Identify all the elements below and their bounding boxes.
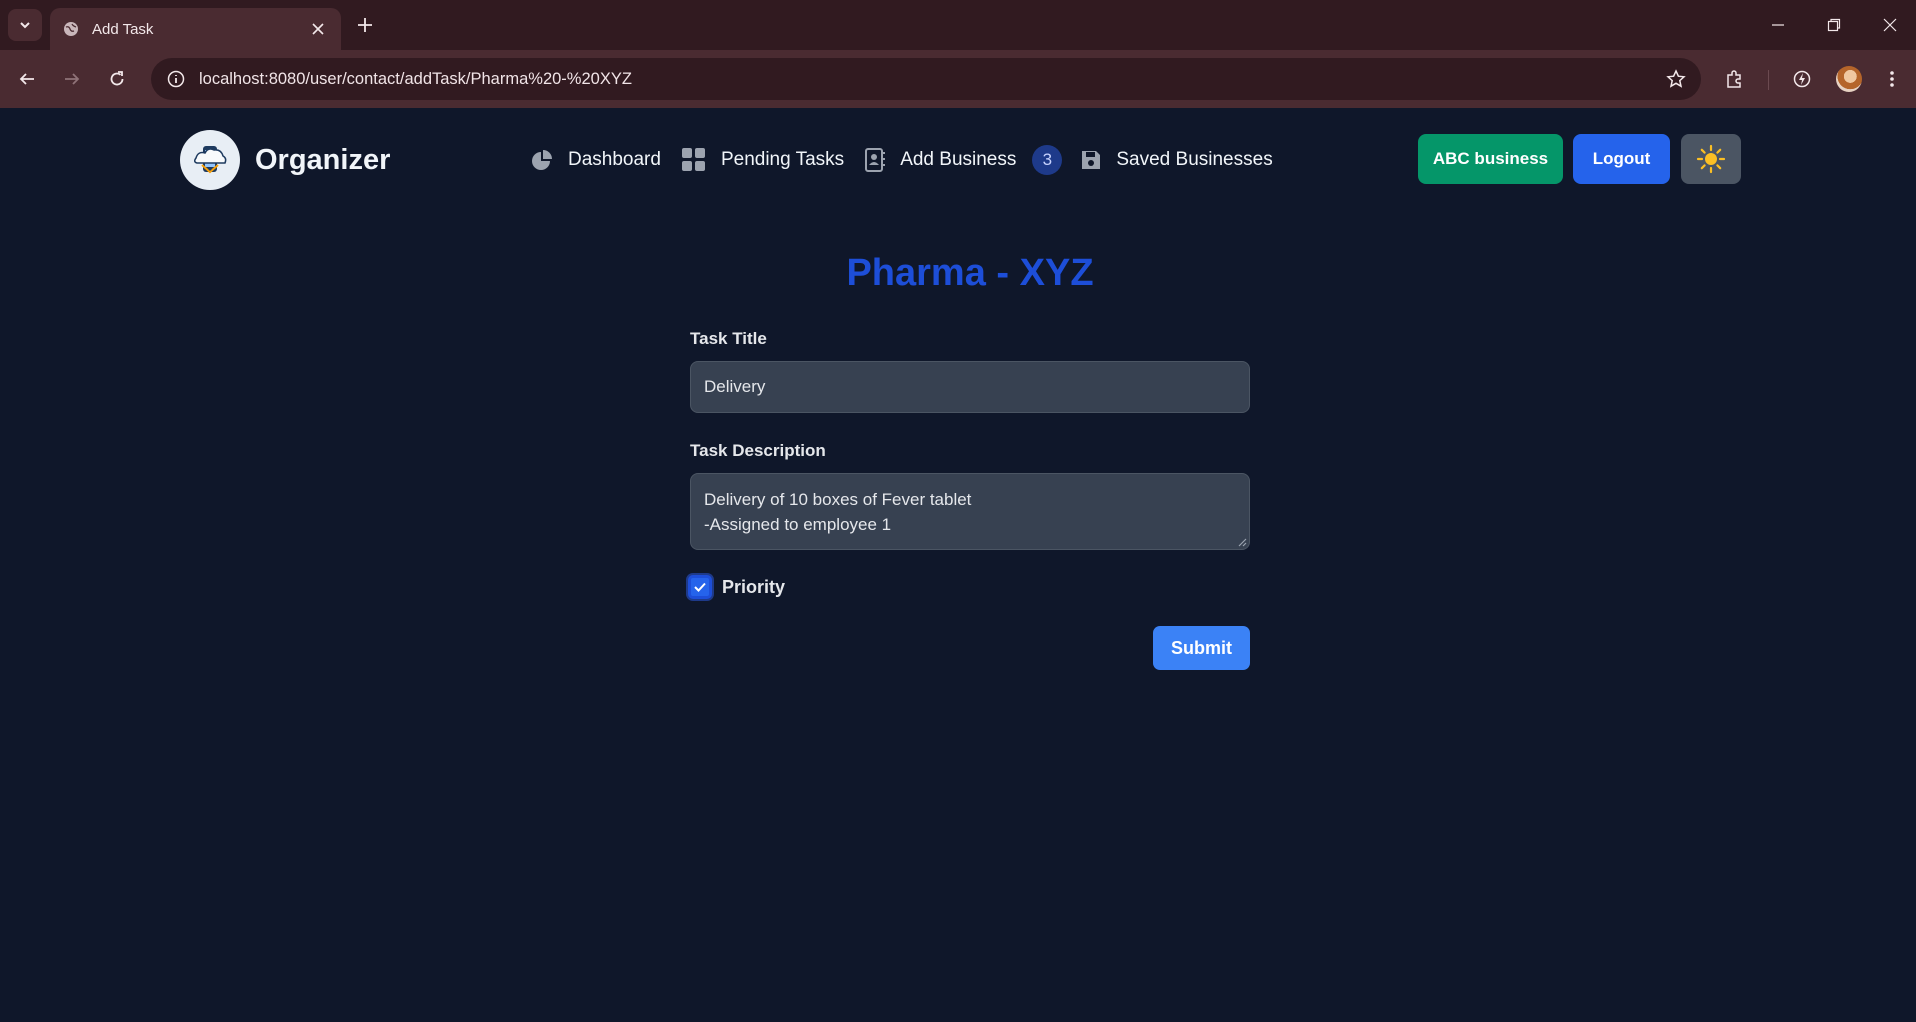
nav-add-business[interactable]: Add Business — [864, 148, 1016, 172]
close-icon — [1883, 18, 1897, 32]
restore-button[interactable] — [1814, 10, 1854, 40]
page-title: Pharma - XYZ — [846, 252, 1094, 294]
task-title-input[interactable]: Delivery — [690, 361, 1250, 413]
reload-button[interactable] — [100, 62, 134, 96]
chevron-down-icon — [20, 22, 30, 29]
reload-icon — [110, 71, 124, 86]
speed-icon — [1793, 70, 1811, 88]
address-bar[interactable]: localhost:8080/user/contact/addTask/Phar… — [151, 58, 1701, 100]
tab-search-button[interactable] — [8, 9, 42, 41]
description-line-2: -Assigned to employee 1 — [704, 515, 892, 534]
new-tab-button[interactable] — [351, 11, 379, 39]
arrow-left-icon — [19, 73, 34, 85]
close-tab-icon[interactable] — [307, 18, 329, 40]
grid-icon — [681, 148, 705, 171]
task-description-textarea[interactable]: Delivery of 10 boxes of Fever tablet -As… — [690, 473, 1250, 550]
priority-field: Priority — [688, 575, 785, 599]
nav-add-business-label: Add Business — [900, 149, 1017, 170]
main-menu: Dashboard Pending Tasks Add Business 3 S… — [530, 144, 1293, 176]
resize-grip-icon[interactable] — [1237, 537, 1247, 547]
nav-dashboard-label: Dashboard — [568, 149, 661, 170]
pie-chart-icon — [532, 150, 552, 170]
brand-name: Organizer — [255, 143, 391, 176]
restore-icon — [1827, 18, 1841, 32]
notification-count-badge: 3 — [1032, 145, 1063, 175]
nav-saved-businesses-label: Saved Businesses — [1116, 149, 1273, 170]
nav-saved-businesses[interactable]: Saved Businesses — [1080, 149, 1273, 171]
forward-button[interactable] — [55, 62, 89, 96]
browser-toolbar: localhost:8080/user/contact/addTask/Phar… — [0, 50, 1916, 108]
minimize-button[interactable] — [1758, 10, 1798, 40]
nav-pending-tasks-label: Pending Tasks — [720, 149, 845, 170]
priority-checkbox[interactable] — [688, 575, 712, 599]
bookmark-star-icon[interactable] — [1665, 68, 1687, 90]
performance-button[interactable] — [1785, 62, 1819, 96]
contact-book-icon — [865, 148, 886, 172]
minimize-icon — [1772, 24, 1784, 26]
theme-toggle-button[interactable] — [1681, 134, 1741, 184]
browser-tab[interactable]: Add Task — [50, 8, 341, 50]
browser-menu-button[interactable] — [1875, 62, 1909, 96]
more-vertical-icon — [1890, 71, 1894, 87]
profile-avatar[interactable] — [1836, 66, 1862, 92]
description-line-1: Delivery of 10 boxes of Fever tablet — [704, 490, 972, 509]
arrow-right-icon — [65, 73, 80, 85]
task-description-label: Task Description — [690, 441, 826, 460]
priority-label: Priority — [722, 576, 786, 597]
business-button[interactable]: ABC business — [1418, 134, 1563, 184]
nav-dashboard[interactable]: Dashboard — [530, 148, 661, 172]
puzzle-icon — [1727, 70, 1741, 88]
extensions-button[interactable] — [1718, 62, 1752, 96]
brand[interactable]: Organizer — [180, 130, 390, 190]
tab-title: Add Task — [92, 20, 154, 38]
close-window-button[interactable] — [1870, 10, 1910, 40]
submit-button[interactable]: Submit — [1153, 626, 1250, 670]
plus-icon — [358, 18, 372, 32]
task-title-label: Task Title — [690, 329, 767, 348]
app-navbar: Organizer Dashboard Pending Tasks Add Bu… — [0, 108, 1916, 208]
nav-pending-tasks[interactable]: Pending Tasks — [681, 147, 844, 173]
organizer-logo-icon — [180, 130, 240, 190]
logout-button[interactable]: Logout — [1573, 134, 1670, 184]
browser-tab-bar: Add Task — [0, 0, 1916, 50]
toolbar-divider — [1768, 70, 1769, 90]
globe-icon — [62, 20, 80, 38]
floppy-disk-icon — [1082, 151, 1101, 169]
checkmark-icon — [694, 582, 706, 592]
back-button[interactable] — [10, 62, 44, 96]
site-info-icon[interactable] — [165, 68, 187, 90]
url-text: localhost:8080/user/contact/addTask/Phar… — [199, 69, 632, 88]
sun-icon — [1696, 144, 1726, 174]
